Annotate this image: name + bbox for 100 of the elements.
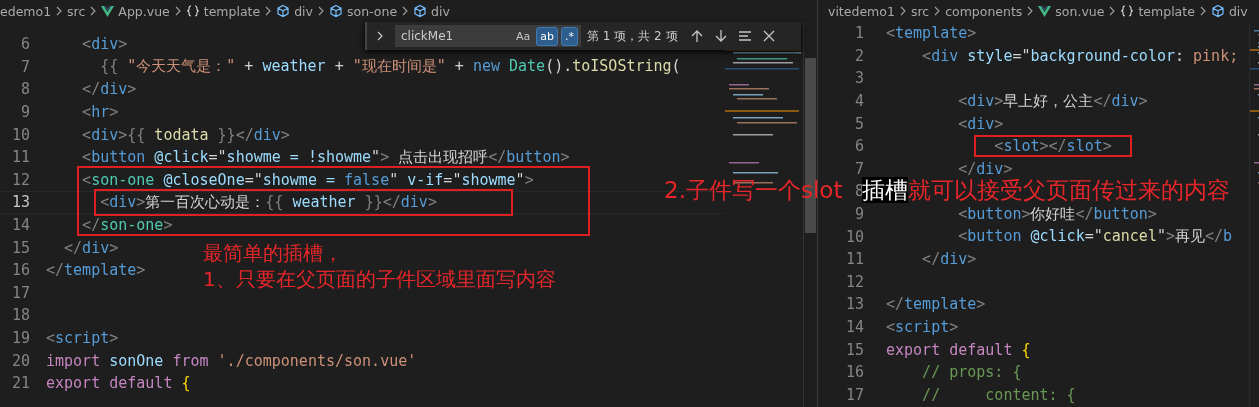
chevron-icon — [1108, 6, 1117, 16]
chevron-icon — [933, 6, 942, 16]
breadcrumb-item[interactable]: vitedemo1 — [828, 3, 895, 19]
line-number: 13 — [10, 193, 30, 212]
code-line: </div> — [64, 238, 119, 257]
vue-logo-icon — [101, 5, 115, 17]
braces-icon — [1120, 4, 1135, 18]
line-number: 12 — [10, 170, 30, 189]
line-number: 7 — [19, 57, 30, 76]
code-line: export default { — [886, 340, 1031, 359]
cube-icon — [413, 4, 428, 18]
up-arrow-icon — [689, 29, 704, 43]
code-line: <son-one @closeOne="showme = false" v-if="showme"> — [82, 170, 534, 189]
breadcrumb-item[interactable]: edemo1 — [0, 3, 52, 19]
down-arrow-icon — [713, 29, 728, 43]
line-number: 17 — [846, 385, 864, 404]
line-number: 11 — [846, 250, 864, 269]
line-number: 8 — [19, 80, 30, 99]
code-line: <div> — [82, 35, 128, 54]
code-line: <button @click="cancel">再见</b — [958, 227, 1233, 247]
code-line: <button>你好哇</button> — [958, 204, 1157, 224]
code-line: </div> — [82, 80, 137, 99]
toggle-button[interactable]: ab — [536, 26, 558, 46]
braces-icon — [185, 4, 200, 18]
chevron-icon — [317, 6, 325, 16]
code-line: import sonOne from './components/son.vue' — [46, 351, 417, 370]
breadcrumb-item[interactable]: son-one — [347, 3, 398, 19]
toggle-button[interactable]: Aa — [513, 27, 534, 45]
code-line: <div style="background-color: pink; — [922, 46, 1239, 65]
line-number: 21 — [10, 374, 30, 393]
code-line: </div> — [958, 159, 1013, 178]
find-input[interactable]: clickMe1 Aa ab .* — [395, 25, 581, 47]
code-line: <div>{{ todata }}</div> — [82, 125, 290, 144]
line-number: 11 — [10, 148, 30, 167]
code-line: <div>第一百次心动是：{{ weather }}</div> — [100, 192, 437, 212]
line-number: 15 — [846, 340, 864, 359]
line-number: 2 — [853, 46, 864, 65]
code-line: <hr> — [82, 103, 119, 122]
code-line: // props: { — [922, 363, 1022, 382]
code-line: // content: { — [922, 385, 1076, 404]
line-number: 16 — [10, 261, 30, 280]
line-number: 17 — [10, 283, 30, 302]
line-number: 5 — [853, 114, 864, 133]
line-number: 10 — [10, 125, 30, 144]
line-number: 18 — [10, 306, 30, 325]
breadcrumb-item[interactable]: components — [945, 3, 1023, 19]
breadcrumb-item[interactable]: template — [203, 3, 261, 19]
code-line: <script> — [886, 318, 959, 336]
cube-icon — [329, 4, 343, 18]
line-number: 6 — [19, 35, 30, 54]
code-line: </template> — [886, 295, 986, 314]
chevron-icon — [401, 6, 410, 16]
line-number: 13 — [846, 295, 864, 314]
code-line: export default { — [46, 374, 191, 393]
breadcrumb-item[interactable]: son.vue — [1055, 3, 1105, 19]
line-number: 14 — [10, 216, 30, 235]
code-line: <div> — [958, 114, 1004, 133]
line-number: 4 — [853, 92, 864, 111]
line-number: 9 — [853, 205, 864, 224]
code-line: <template> — [886, 24, 977, 43]
line-number: 19 — [10, 329, 30, 347]
chevron-icon — [1026, 6, 1035, 16]
chevron-icon — [55, 6, 64, 16]
line-number: 12 — [846, 272, 864, 291]
annotation-text: 1、只要在父页面的子件区域里面写内容 — [203, 266, 556, 292]
chevron-icon — [89, 6, 98, 16]
code-line: <script> — [46, 329, 119, 347]
code-line: <div>早上好，公主</div> — [958, 91, 1148, 111]
toggle-button[interactable]: .* — [561, 26, 578, 46]
code-line: <slot></slot> — [994, 137, 1112, 156]
breadcrumb-item[interactable]: src — [910, 3, 930, 19]
annotation-text: 最简单的插槽， — [203, 240, 344, 266]
line-number: 9 — [19, 103, 30, 122]
code-line: {{ "今天天气是：" + weather + "现在时间是" + new Date().toISOString( — [100, 57, 681, 77]
chevron-icon — [1198, 6, 1207, 16]
chevron-icon — [376, 30, 384, 42]
close-icon — [761, 29, 776, 43]
code-line: </template> — [46, 261, 146, 280]
line-number: 14 — [846, 318, 864, 336]
lines-icon — [737, 29, 752, 43]
line-number: 1 — [853, 24, 864, 43]
line-number: 16 — [846, 363, 864, 382]
breadcrumb-item[interactable]: src — [67, 3, 86, 19]
chevron-icon — [264, 6, 273, 16]
breadcrumb-item[interactable]: div — [431, 3, 450, 19]
breadcrumb-item[interactable]: App.vue — [118, 3, 170, 19]
breadcrumb-item[interactable]: div — [294, 3, 313, 19]
chevron-icon — [898, 6, 907, 16]
breadcrumb-item[interactable]: template — [1138, 3, 1195, 19]
code-line: </div> — [922, 250, 977, 269]
line-number: 10 — [846, 227, 864, 246]
match-count: 第 1 项，共 2 项 — [587, 27, 678, 45]
code-line: </son-one> — [82, 216, 173, 235]
cube-icon — [1210, 4, 1225, 18]
vue-logo-icon — [1038, 5, 1052, 17]
code-line: <button @click="showme = !showme"> 点击出现招呼</button> — [82, 147, 570, 167]
line-number: 3 — [853, 69, 864, 88]
breadcrumb-item[interactable]: div — [1228, 3, 1248, 19]
line-number: 7 — [853, 159, 864, 178]
line-number: 20 — [10, 351, 30, 370]
